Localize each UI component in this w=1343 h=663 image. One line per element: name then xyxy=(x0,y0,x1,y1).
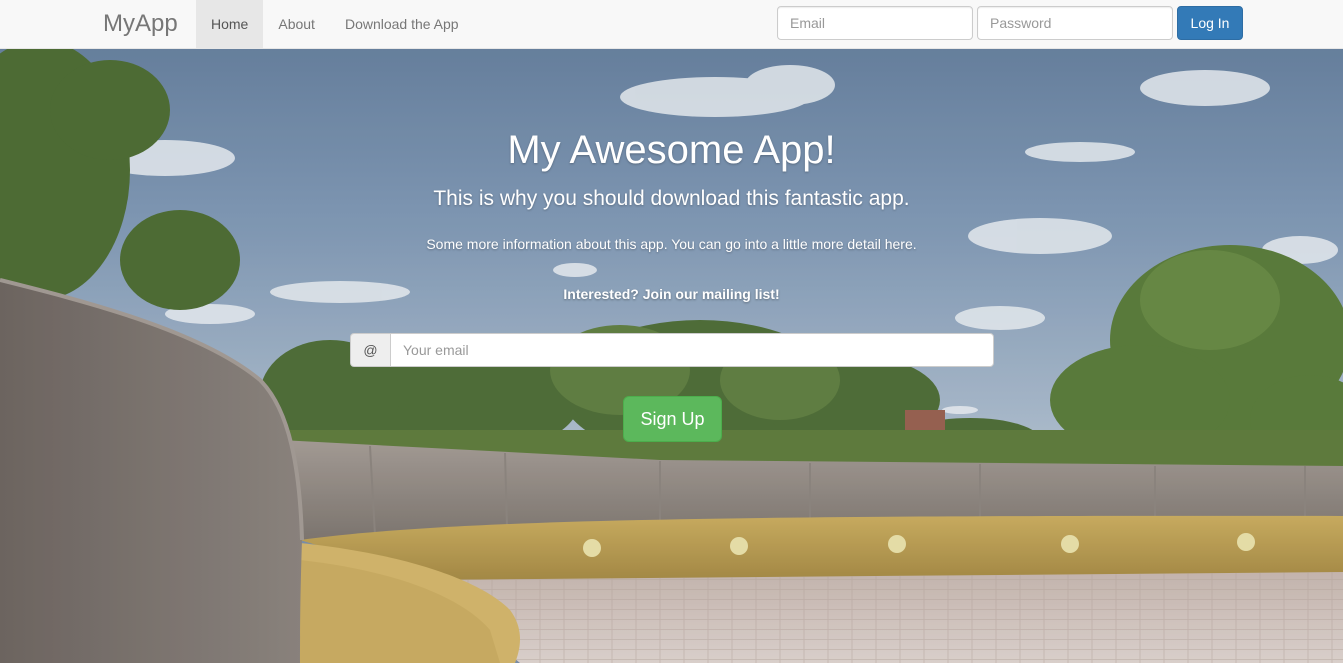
mailing-list-prompt: Interested? Join our mailing list! xyxy=(563,286,780,302)
top-navbar: MyApp Home About Download the App Log In xyxy=(0,0,1343,49)
login-password-input[interactable] xyxy=(977,6,1173,40)
login-button[interactable]: Log In xyxy=(1177,6,1243,40)
login-email-input[interactable] xyxy=(777,6,973,40)
nav-item-about[interactable]: About xyxy=(263,0,330,48)
signup-button[interactable]: Sign Up xyxy=(623,396,722,442)
nav-item-download[interactable]: Download the App xyxy=(330,0,474,48)
login-form: Log In xyxy=(777,6,1243,40)
hero-title: My Awesome App! xyxy=(507,128,836,172)
at-sign-icon: @ xyxy=(350,333,390,367)
signup-email-input[interactable] xyxy=(390,333,994,367)
hero-lead: This is why you should download this fan… xyxy=(433,187,910,210)
nav-item-home[interactable]: Home xyxy=(196,0,264,48)
nav-menu: Home About Download the App xyxy=(196,0,474,48)
signup-email-group: @ xyxy=(350,333,994,367)
hero-info: Some more information about this app. Yo… xyxy=(426,236,917,252)
brand-logo[interactable]: MyApp xyxy=(103,10,178,38)
hero-section: My Awesome App! This is why you should d… xyxy=(0,49,1343,663)
